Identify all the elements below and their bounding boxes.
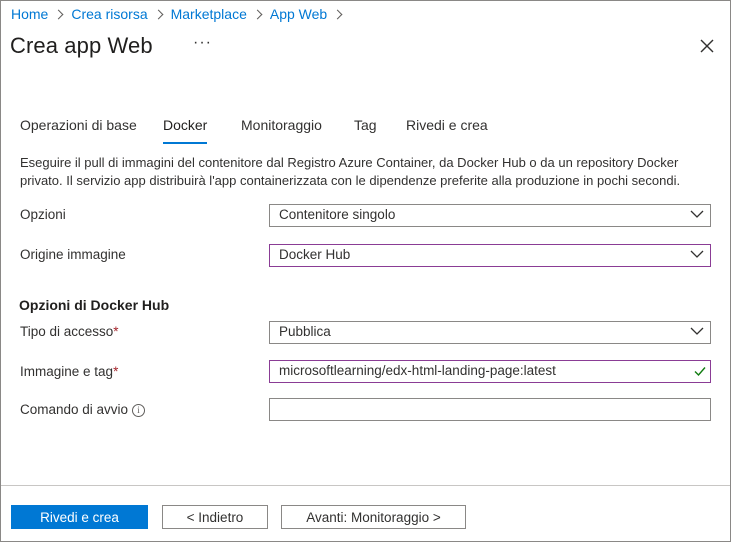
breadcrumb: Home Crea risorsa Marketplace App Web <box>11 6 350 22</box>
more-options-button[interactable]: ··· <box>193 34 212 52</box>
tab-basics[interactable]: Operazioni di base <box>20 117 137 142</box>
breadcrumb-web-app[interactable]: App Web <box>270 6 327 22</box>
image-source-label: Origine immagine <box>20 247 126 262</box>
chevron-right-icon <box>53 9 64 19</box>
options-dropdown[interactable]: Contenitore singolo <box>269 204 711 227</box>
breadcrumb-home[interactable]: Home <box>11 6 48 22</box>
image-tag-label: Immagine e tag* <box>20 364 119 379</box>
tab-monitoring[interactable]: Monitoraggio <box>241 117 322 142</box>
chevron-right-icon <box>332 9 343 19</box>
page-title: Crea app Web <box>10 33 153 58</box>
chevron-right-icon <box>153 9 164 19</box>
breadcrumb-marketplace[interactable]: Marketplace <box>171 6 247 22</box>
footer-divider <box>1 485 730 486</box>
options-label: Opzioni <box>20 207 66 222</box>
startup-command-input[interactable] <box>269 398 711 421</box>
breadcrumb-create-resource[interactable]: Crea risorsa <box>71 6 147 22</box>
access-type-dropdown[interactable]: Pubblica <box>269 321 711 344</box>
access-type-value: Pubblica <box>279 324 331 339</box>
description-text: Eseguire il pull di immagini del conteni… <box>20 155 681 188</box>
chevron-down-icon <box>690 210 704 218</box>
review-create-button[interactable]: Rivedi e crea <box>11 505 148 529</box>
tab-review-create[interactable]: Rivedi e crea <box>406 117 488 142</box>
options-value: Contenitore singolo <box>279 207 396 222</box>
required-marker: * <box>113 324 119 339</box>
docker-hub-section-title: Opzioni di Docker Hub <box>19 297 170 313</box>
info-icon[interactable]: i <box>132 404 145 417</box>
checkmark-icon <box>694 367 706 377</box>
next-button[interactable]: Avanti: Monitoraggio > <box>281 505 466 529</box>
access-type-label: Tipo di accesso* <box>20 324 119 339</box>
image-source-value: Docker Hub <box>279 247 351 262</box>
image-tag-input[interactable]: microsoftlearning/edx-html-landing-page:… <box>269 360 711 383</box>
required-marker: * <box>113 364 119 379</box>
chevron-down-icon <box>690 327 704 335</box>
startup-command-label: Comando di avvio <box>20 402 129 417</box>
window-frame <box>0 0 731 542</box>
close-icon[interactable] <box>698 37 716 55</box>
tab-tags[interactable]: Tag <box>354 117 377 142</box>
tab-docker[interactable]: Docker <box>163 117 208 144</box>
chevron-right-icon <box>252 9 263 19</box>
back-button[interactable]: < Indietro <box>162 505 268 529</box>
image-source-dropdown[interactable]: Docker Hub <box>269 244 711 267</box>
image-tag-value: microsoftlearning/edx-html-landing-page:… <box>279 363 556 378</box>
chevron-down-icon <box>690 250 704 258</box>
